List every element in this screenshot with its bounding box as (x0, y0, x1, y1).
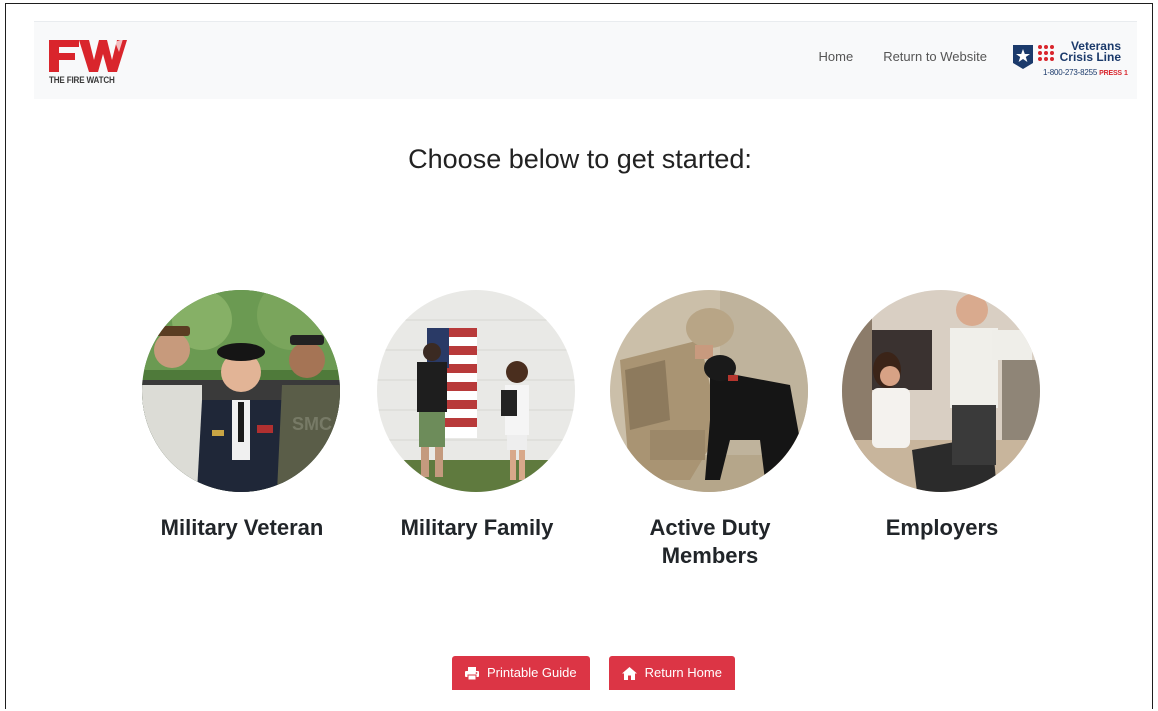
card-label-military-family: Military Family (400, 515, 554, 540)
card-employers[interactable]: Employers (842, 290, 1042, 542)
svg-text:SMC: SMC (292, 414, 332, 434)
printer-icon (465, 666, 479, 680)
home-icon (621, 666, 637, 680)
card-label-active-duty-members: Active Duty Members (649, 515, 771, 568)
active-duty-members-image (610, 290, 808, 492)
page-frame: THE FIRE WATCH Home Return to Website Ve… (5, 3, 1153, 709)
military-veteran-image: SMC (142, 290, 340, 492)
action-buttons: Printable Guide Return Home (452, 656, 735, 690)
card-label-military-veteran: Military Veteran (160, 515, 324, 540)
return-home-label: Return Home (644, 665, 722, 680)
option-cards: SMC Military Veteran Military Family Act… (6, 4, 1152, 709)
military-family-image (377, 290, 575, 492)
employers-image (842, 290, 1040, 492)
card-military-family[interactable]: Military Family (377, 290, 577, 542)
printable-guide-button[interactable]: Printable Guide (452, 656, 590, 690)
card-active-duty-members[interactable]: Active Duty Members (610, 290, 810, 570)
printable-guide-label: Printable Guide (487, 665, 577, 680)
card-military-veteran[interactable]: SMC Military Veteran (142, 290, 342, 542)
return-home-button[interactable]: Return Home (608, 656, 735, 690)
card-label-employers: Employers (885, 515, 999, 540)
